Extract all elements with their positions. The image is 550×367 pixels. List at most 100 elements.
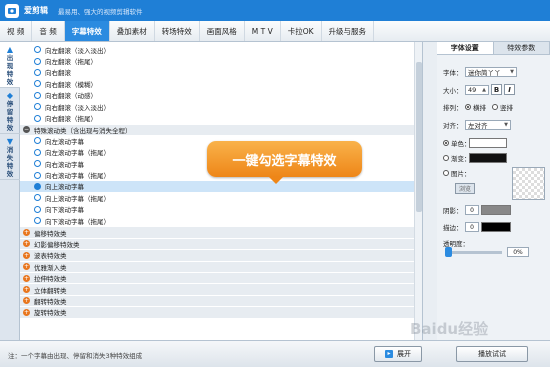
font-row: 字体： 迷你简丫丫 ▼ <box>443 67 517 77</box>
effect-checkbox[interactable] <box>34 171 41 179</box>
side-tab[interactable]: ▲ 出现特效 <box>0 42 20 88</box>
category-row[interactable]: + 立体翻转类 <box>20 283 415 295</box>
list-scrollbar[interactable] <box>414 42 422 340</box>
category-row[interactable]: + 优雅渐入类 <box>20 260 415 272</box>
effect-checkbox[interactable] <box>34 148 41 156</box>
menu-item[interactable]: 叠加素材 <box>110 21 155 41</box>
effect-item[interactable]: 向右翻滚（淡入淡出） <box>20 101 415 112</box>
menu-item[interactable]: 字幕特效 <box>64 21 110 41</box>
effect-label: 向右滚动字幕 <box>45 160 84 169</box>
size-stepper[interactable]: 49 ▲ <box>465 84 489 95</box>
effect-checkbox[interactable] <box>34 114 41 122</box>
expand-icon[interactable]: + <box>23 240 30 248</box>
app-tagline: 最易用、强大的视频剪辑软件 <box>58 7 143 16</box>
opacity-slider-handle[interactable] <box>445 247 452 257</box>
effect-checkbox[interactable] <box>34 80 41 88</box>
menu-item[interactable]: 转场特效 <box>155 21 200 41</box>
solid-color-row: 单色： <box>443 138 507 148</box>
effect-label: 特殊滚动类（含出现与消失全程） <box>34 126 132 135</box>
preview-button[interactable]: 播放试试 <box>456 346 528 362</box>
expand-icon[interactable]: + <box>23 308 30 316</box>
effect-checkbox[interactable] <box>34 68 41 76</box>
expand-button[interactable]: ▸ 展开 <box>374 346 422 362</box>
shadow-stepper[interactable]: 0 <box>465 205 479 215</box>
app-logo-icon <box>5 3 19 18</box>
expand-icon[interactable]: + <box>23 263 30 271</box>
category-row[interactable]: + 波表特效类 <box>20 249 415 261</box>
effect-item[interactable]: 向下滚动字幕 <box>20 204 415 215</box>
shadow-color-swatch[interactable] <box>481 205 511 215</box>
opacity-slider-track[interactable] <box>446 251 502 254</box>
category-row[interactable]: + 偏移特效类 <box>20 226 415 238</box>
gradient-swatch[interactable] <box>469 153 507 163</box>
category-row[interactable]: + 拉伸特效类 <box>20 272 415 284</box>
category-row[interactable]: − 特殊滚动类（含出现与消失全程） <box>20 123 415 136</box>
expand-icon[interactable]: + <box>23 274 30 282</box>
italic-button[interactable]: I <box>504 84 515 95</box>
align-select[interactable]: 左对齐 ▼ <box>465 120 511 130</box>
opacity-value[interactable]: 0% <box>507 247 529 257</box>
tab-effect-params[interactable]: 特效参数 <box>493 42 550 54</box>
category-row[interactable]: + 幻影偏移特效类 <box>20 237 415 250</box>
effect-checkbox[interactable] <box>34 137 41 145</box>
effect-item[interactable]: 向上滚动字幕（拖尾） <box>20 192 415 203</box>
side-tab-label: 出现特效 <box>6 54 14 86</box>
stepper-icon: ▲ <box>482 86 486 93</box>
menu-item[interactable]: 卡拉OK <box>281 21 322 41</box>
expand-icon[interactable]: + <box>23 286 30 294</box>
category-row[interactable]: + 翻转特效类 <box>20 294 415 307</box>
align-label: 对齐： <box>443 122 463 130</box>
effect-item[interactable]: 向下滚动字幕（拖尾） <box>20 215 415 226</box>
image-radio[interactable] <box>443 170 449 176</box>
browse-button[interactable]: 浏览 <box>455 183 475 194</box>
bold-button[interactable]: B <box>491 84 502 95</box>
arrange-vertical-radio[interactable] <box>492 104 498 110</box>
image-row: 图片： <box>443 168 471 178</box>
watermark: Baidu经验 <box>410 320 489 338</box>
effect-checkbox[interactable] <box>34 182 41 190</box>
effect-checkbox[interactable] <box>34 194 41 202</box>
effect-item[interactable]: 向左翻滚（淡入淡出） <box>20 44 415 55</box>
expand-icon[interactable]: + <box>23 229 30 237</box>
effect-checkbox[interactable] <box>34 103 41 111</box>
gradient-radio[interactable] <box>443 155 449 161</box>
expand-icon[interactable]: + <box>23 297 30 305</box>
side-tab[interactable]: ◆ 停留特效 <box>0 88 20 134</box>
arrange-horizontal-radio[interactable] <box>465 104 471 110</box>
effect-checkbox[interactable] <box>34 160 41 168</box>
collapse-icon[interactable]: − <box>23 126 30 134</box>
scrollbar-thumb[interactable] <box>416 62 422 212</box>
effect-label: 向左翻滚（拖尾） <box>45 58 97 67</box>
bottom-bar: 注：一个字幕由出现、停留和消失3种特效组成 ▸ 展开 播放试试 <box>0 340 550 367</box>
effect-checkbox[interactable] <box>34 205 41 213</box>
effect-checkbox[interactable] <box>34 46 41 54</box>
solid-color-radio[interactable] <box>443 140 449 146</box>
menu-item[interactable]: M T V <box>245 21 281 41</box>
menu-item[interactable]: 音 频 <box>32 21 65 41</box>
stroke-stepper[interactable]: 0 <box>465 222 479 232</box>
menu-item[interactable]: 视 频 <box>0 21 33 41</box>
font-label: 字体： <box>443 69 463 77</box>
menu-item[interactable]: 画面风格 <box>200 21 245 41</box>
solid-color-swatch[interactable] <box>469 138 507 148</box>
side-tab[interactable]: ▼ 消失特效 <box>0 134 20 180</box>
tab-font-settings[interactable]: 字体设置 <box>437 42 494 54</box>
callout-arrow <box>268 176 284 184</box>
menu-item[interactable]: 升级与服务 <box>322 21 375 41</box>
arrange-row: 排列： 横排 竖排 <box>443 102 513 112</box>
expand-icon[interactable]: + <box>23 251 30 259</box>
effect-item[interactable]: 向右翻滚（拖尾） <box>20 112 415 123</box>
stroke-color-swatch[interactable] <box>481 222 511 232</box>
effect-item[interactable]: 向左翻滚（拖尾） <box>20 55 415 66</box>
effect-item[interactable]: 向上滚动字幕 <box>20 180 415 193</box>
effect-checkbox[interactable] <box>34 91 41 99</box>
effect-checkbox[interactable] <box>34 57 41 65</box>
font-select[interactable]: 迷你简丫丫 ▼ <box>465 67 517 77</box>
effect-checkbox[interactable] <box>34 217 41 225</box>
effect-item[interactable]: 向右翻滚 <box>20 67 415 78</box>
size-row: 大小： 49 ▲ B I <box>443 84 515 95</box>
category-row[interactable]: + 旋转特效类 <box>20 306 415 318</box>
arrange-horizontal-label: 横排 <box>473 104 486 112</box>
effect-item[interactable]: 向右翻滚（动感） <box>20 90 415 101</box>
effect-item[interactable]: 向右翻滚（模糊） <box>20 78 415 89</box>
